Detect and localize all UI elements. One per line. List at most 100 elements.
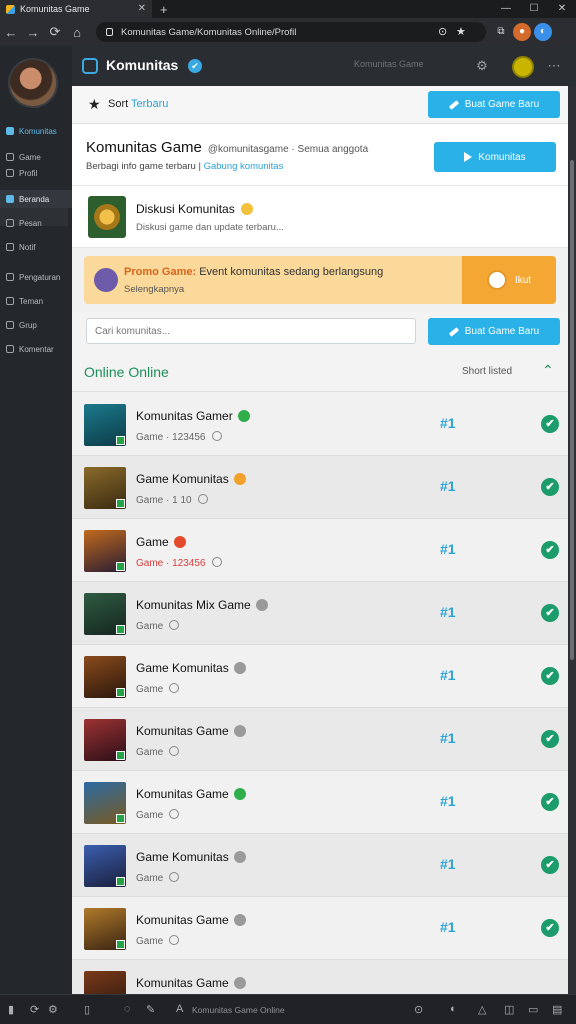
game-list-item[interactable]: Komunitas Game Game #1 ✔ [72, 897, 568, 960]
trophy-icon [88, 196, 126, 238]
new-tab-icon[interactable]: + [160, 2, 168, 17]
sort-label[interactable]: Sort Terbaru [108, 98, 168, 110]
rank-hash[interactable]: #1 [440, 919, 456, 935]
game-thumbnail [84, 404, 126, 446]
game-list-item[interactable]: Komunitas Game Game #1 ✔ [72, 771, 568, 834]
sidebar-item[interactable]: Notif [0, 238, 72, 256]
sidebar-toggle-icon[interactable]: ▮ [8, 1003, 14, 1016]
forward-icon[interactable]: → [22, 25, 44, 40]
rank-hash[interactable]: #1 [440, 415, 456, 431]
rank-hash[interactable]: #1 [440, 541, 456, 557]
sidebar-item-label: Profil [19, 168, 38, 178]
bookmark-star-icon[interactable]: ★ [456, 25, 466, 38]
create-game-button-2[interactable]: Buat Game Baru [428, 318, 560, 345]
sidebar-item[interactable]: Komunitas [0, 122, 72, 140]
target-icon[interactable]: ⊙ [414, 1003, 423, 1016]
game-meta: Game [136, 620, 180, 632]
grid-icon[interactable]: ▤ [552, 1003, 562, 1016]
check-icon[interactable]: ✔ [541, 541, 559, 559]
browser-tab[interactable]: Komunitas Game ✕ [0, 0, 152, 18]
community-search-input[interactable] [86, 318, 416, 344]
check-icon[interactable]: ✔ [541, 856, 559, 874]
minimize-icon[interactable]: — [492, 0, 520, 18]
check-icon[interactable]: ✔ [541, 730, 559, 748]
rank-hash[interactable]: #1 [440, 604, 456, 620]
user-avatar[interactable] [8, 58, 58, 108]
game-list-item[interactable]: Game Komunitas Game #1 ✔ [72, 834, 568, 897]
check-icon[interactable]: ✔ [541, 919, 559, 937]
edit-icon[interactable]: ✎ [146, 1003, 155, 1016]
sidebar-item[interactable]: Teman [0, 292, 72, 310]
game-name: Game Komunitas [136, 661, 246, 675]
profile-icon[interactable]: ◐ [534, 23, 552, 41]
rank-hash[interactable]: #1 [440, 793, 456, 809]
game-list-item[interactable]: Game Komunitas Game · 1 10 #1 ✔ [72, 456, 568, 519]
sidebar-item[interactable]: Pengaturan [0, 268, 72, 286]
text-icon[interactable]: A [176, 1003, 183, 1015]
collapse-chevron-icon[interactable]: ⌃ [542, 362, 554, 379]
game-name-text: Game Komunitas [136, 472, 229, 486]
alert-icon[interactable]: △ [478, 1003, 486, 1016]
reload-icon[interactable]: ⟳ [44, 24, 66, 40]
game-meta: Game · 1 10 [136, 494, 208, 506]
rank-hash[interactable]: #1 [440, 856, 456, 872]
left-sidebar: Komunitas Game Profil Beranda Pesan Notif Peng… [0, 46, 72, 994]
app-title: Komunitas [106, 57, 179, 73]
more-icon[interactable]: ⋯ [544, 56, 564, 76]
game-name-text: Komunitas Gamer [136, 409, 233, 423]
check-icon[interactable]: ✔ [541, 667, 559, 685]
sidebar-item[interactable]: Pesan [0, 214, 72, 232]
url-field[interactable]: Komunitas Game/Komunitas Online/Profil ⊙… [96, 22, 486, 42]
back-icon[interactable]: ← [0, 25, 22, 40]
game-thumbnail [84, 719, 126, 761]
sidebar-item[interactable]: Profil [0, 164, 72, 182]
game-list-item[interactable]: Komunitas Game [72, 960, 568, 994]
site-info-icon[interactable]: ⊙ [438, 25, 447, 38]
promo-join-button[interactable]: Ikut [462, 256, 556, 304]
game-list-item[interactable]: Game Komunitas Game #1 ✔ [72, 645, 568, 708]
create-game-button[interactable]: Buat Game Baru [428, 91, 560, 118]
community-title-note: @komunitasgame · Semua anggota [207, 144, 369, 155]
settings-icon[interactable]: ⚙ [48, 1003, 58, 1016]
panel-icon[interactable]: ▯ [84, 1003, 90, 1016]
window-close-icon[interactable]: ✕ [548, 0, 576, 18]
game-list-item[interactable]: Komunitas Game Game #1 ✔ [72, 708, 568, 771]
header-search[interactable]: Komunitas Game [354, 59, 464, 75]
sidebar-item[interactable]: Komentar [0, 340, 72, 358]
join-community-link[interactable]: Gabung komunitas [204, 161, 284, 172]
status-icon [233, 662, 246, 674]
community-button[interactable]: Komunitas [434, 142, 556, 172]
game-list-item[interactable]: Game Game · 123456 #1 ✔ [72, 519, 568, 582]
extensions-icon[interactable]: ⧉ [492, 23, 510, 41]
rank-hash[interactable]: #1 [440, 667, 456, 683]
check-icon[interactable]: ✔ [541, 793, 559, 811]
app-header: Komunitas ✔ Komunitas Game ⚙ ⋯ [72, 46, 576, 86]
check-icon[interactable]: ✔ [541, 478, 559, 496]
sidebar-item[interactable]: Beranda [0, 190, 72, 208]
check-icon[interactable]: ✔ [541, 415, 559, 433]
window-icon[interactable]: ◫ [504, 1003, 514, 1016]
sidebar-item[interactable]: Grup [0, 316, 72, 334]
short-listed-label[interactable]: Short listed [462, 366, 512, 377]
online-badge-icon [116, 877, 125, 886]
contrast-icon[interactable]: ◐ [450, 1003, 457, 1015]
header-avatar[interactable] [512, 56, 534, 78]
game-list-item[interactable]: Komunitas Mix Game Game #1 ✔ [72, 582, 568, 645]
rank-hash[interactable]: #1 [440, 730, 456, 746]
extension-icon[interactable]: ● [513, 23, 531, 41]
rank-hash[interactable]: #1 [440, 478, 456, 494]
status-icon [173, 536, 186, 548]
game-meta-text: Game [136, 936, 164, 947]
close-tab-icon[interactable]: ✕ [138, 3, 146, 14]
tab-icon[interactable]: ▭ [528, 1003, 538, 1016]
game-list-item[interactable]: Komunitas Gamer Game · 123456 #1 ✔ [72, 393, 568, 456]
maximize-icon[interactable]: ☐ [520, 0, 548, 18]
sidebar-item-label: Pengaturan [19, 272, 61, 282]
discussion-card[interactable]: Diskusi Komunitas Diskusi game dan updat… [72, 186, 568, 248]
home-icon[interactable]: ⌂ [66, 25, 88, 40]
scrollbar-thumb[interactable] [570, 160, 574, 660]
check-icon[interactable]: ✔ [541, 604, 559, 622]
circle-icon[interactable]: ◌ [124, 1003, 131, 1015]
settings-icon[interactable]: ⚙ [472, 56, 492, 76]
history-icon[interactable]: ⟳ [30, 1003, 39, 1016]
